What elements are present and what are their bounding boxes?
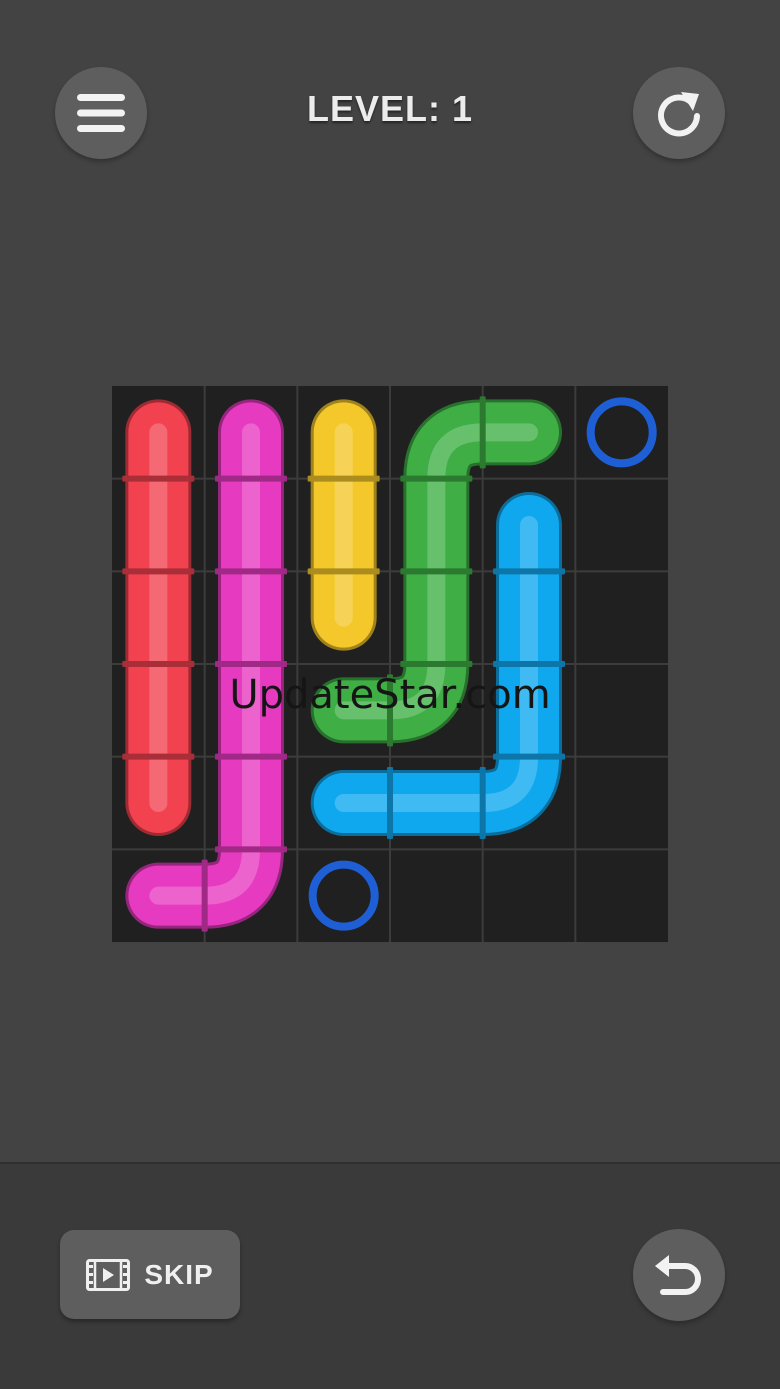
pipe-joint [400, 661, 473, 668]
pipe-joint [215, 753, 288, 760]
undo-button[interactable] [633, 1229, 725, 1321]
pipe-joint [122, 568, 195, 575]
pipe-joint [387, 767, 394, 840]
skip-button[interactable]: SKIP [60, 1230, 240, 1319]
pipe-joint [493, 753, 566, 760]
skip-label: SKIP [144, 1258, 214, 1290]
grid-cell[interactable] [575, 849, 668, 942]
pipe-joint [215, 475, 288, 482]
restart-icon [658, 92, 700, 137]
pipe-joint [479, 396, 486, 469]
pipe-joint [479, 767, 486, 840]
pipe-joint [201, 859, 208, 932]
pipe-joint [215, 846, 288, 853]
pipe-joint [493, 661, 566, 668]
grid-cell[interactable] [575, 664, 668, 757]
pipe-joint [307, 475, 380, 482]
pipe-joint [122, 475, 195, 482]
grid-cell[interactable] [482, 849, 576, 942]
pipe-joint [400, 568, 473, 575]
pipe-joint [493, 568, 566, 575]
grid-cell[interactable] [575, 478, 668, 572]
video-film-icon [86, 1258, 131, 1291]
grid-cell[interactable] [575, 571, 668, 665]
restart-button[interactable] [633, 67, 725, 159]
pipe-joint [387, 674, 394, 747]
pipe-joint [122, 753, 195, 760]
grid-cell[interactable] [575, 756, 668, 850]
pipe-yellow[interactable] [307, 399, 380, 651]
game-board[interactable] [112, 386, 668, 942]
pipe-joint [215, 568, 288, 575]
pipe-joint [215, 661, 288, 668]
grid-cell[interactable] [390, 849, 483, 942]
pipe-joint [122, 661, 195, 668]
pipe-joint [400, 475, 473, 482]
undo-icon [655, 1255, 701, 1295]
pipe-red[interactable] [122, 399, 195, 837]
pipe-joint [307, 568, 380, 575]
